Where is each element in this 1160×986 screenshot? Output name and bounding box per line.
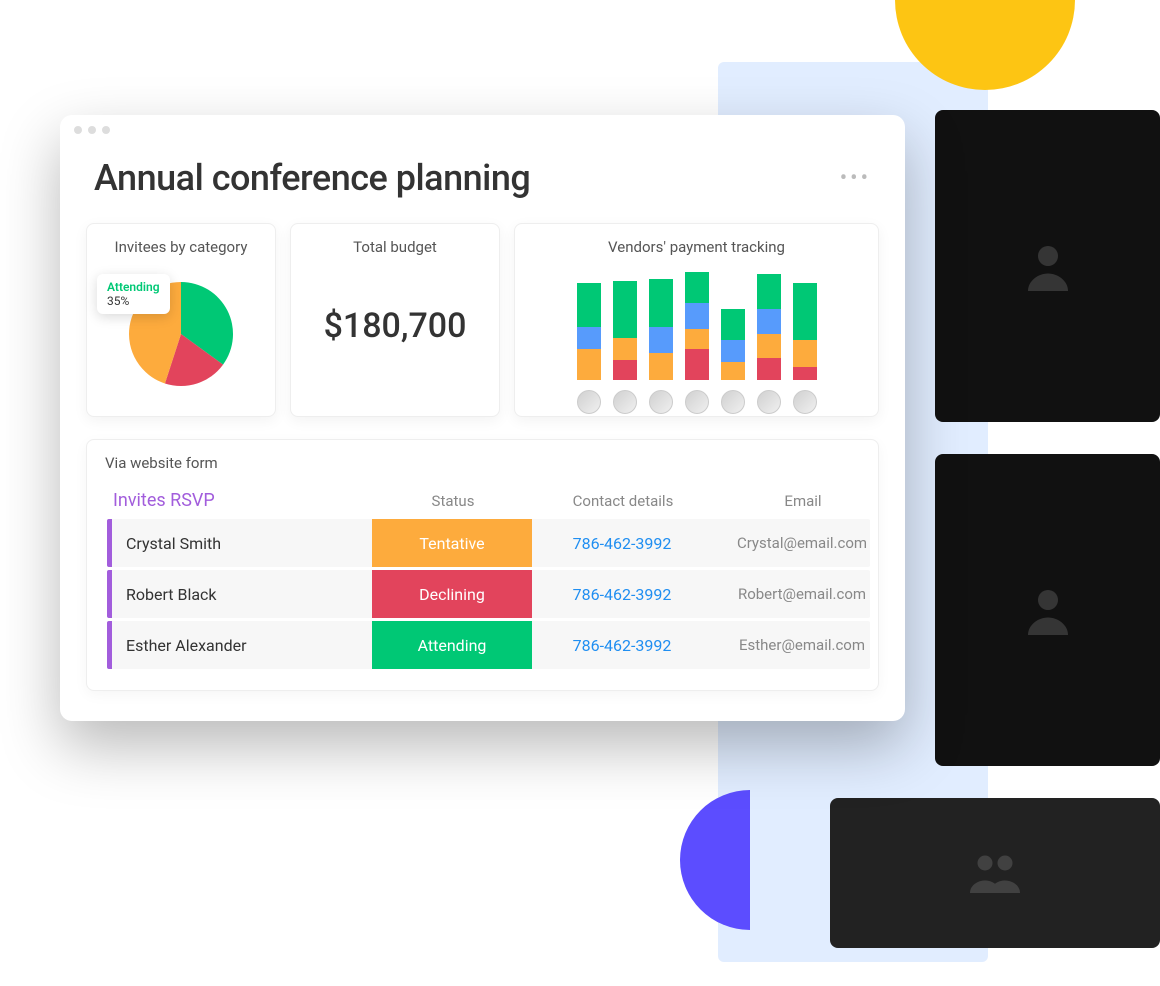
bar-segment bbox=[685, 329, 709, 349]
bar-segment bbox=[793, 283, 817, 340]
bar-segment bbox=[649, 327, 673, 353]
status-badge[interactable]: Tentative bbox=[372, 519, 532, 567]
bar-segment bbox=[793, 367, 817, 380]
bar bbox=[577, 283, 601, 380]
column-status: Status bbox=[373, 492, 533, 510]
avatar-icon bbox=[613, 390, 637, 414]
card-invitees-pie: Invitees by category Attending 35% bbox=[86, 223, 276, 417]
window-titlebar bbox=[60, 115, 905, 145]
avatar-icon bbox=[649, 390, 673, 414]
stacked-bar-chart bbox=[529, 272, 864, 380]
window-dot-icon bbox=[74, 126, 82, 134]
card-title: Total budget bbox=[353, 238, 437, 256]
bar bbox=[685, 272, 709, 380]
pie-callout-label: Attending bbox=[107, 280, 160, 294]
row-name: Esther Alexander bbox=[112, 636, 372, 655]
status-badge[interactable]: Attending bbox=[372, 621, 532, 669]
row-name: Robert Black bbox=[112, 585, 372, 604]
avatar-icon bbox=[577, 390, 601, 414]
rsvp-section: Via website form Invites RSVP Status Con… bbox=[86, 439, 879, 691]
bar-segment bbox=[721, 362, 745, 380]
row-email[interactable]: Crystal@email.com bbox=[712, 534, 892, 552]
card-vendor-tracking: Vendors' payment tracking bbox=[514, 223, 879, 417]
card-title: Vendors' payment tracking bbox=[608, 238, 785, 256]
pie-callout: Attending 35% bbox=[97, 274, 170, 314]
budget-value: $180,700 bbox=[324, 306, 467, 346]
dashboard-window: Annual conference planning ••• Invitees … bbox=[60, 115, 905, 721]
avatar-icon bbox=[685, 390, 709, 414]
window-dot-icon bbox=[102, 126, 110, 134]
bar bbox=[793, 283, 817, 380]
bar-segment bbox=[757, 274, 781, 309]
card-total-budget: Total budget $180,700 bbox=[290, 223, 500, 417]
speaker-photo-1 bbox=[935, 110, 1160, 422]
status-badge[interactable]: Declining bbox=[372, 570, 532, 618]
row-name: Crystal Smith bbox=[112, 534, 372, 553]
bar-segment bbox=[685, 272, 709, 303]
speaker-photo-2 bbox=[935, 454, 1160, 766]
bar-segment bbox=[793, 340, 817, 366]
table-row[interactable]: Esther AlexanderAttending786-462-3992Est… bbox=[107, 621, 870, 669]
bar-segment bbox=[757, 334, 781, 358]
bar bbox=[757, 274, 781, 380]
table-row[interactable]: Crystal SmithTentative786-462-3992Crysta… bbox=[107, 519, 870, 567]
pie-callout-value: 35% bbox=[107, 294, 129, 308]
row-phone[interactable]: 786-462-3992 bbox=[532, 585, 712, 604]
bar-segment bbox=[685, 303, 709, 329]
column-email: Email bbox=[713, 492, 893, 510]
bar-segment bbox=[721, 309, 745, 340]
row-phone[interactable]: 786-462-3992 bbox=[532, 636, 712, 655]
bar-segment bbox=[577, 283, 601, 327]
bar-segment bbox=[757, 358, 781, 380]
purple-semicircle-icon bbox=[680, 790, 750, 930]
avatar-icon bbox=[793, 390, 817, 414]
row-phone[interactable]: 786-462-3992 bbox=[532, 534, 712, 553]
table-header: Invites RSVP Status Contact details Emai… bbox=[95, 490, 870, 511]
avatar-icon bbox=[721, 390, 745, 414]
row-email[interactable]: Esther@email.com bbox=[712, 636, 892, 654]
vendor-avatars bbox=[577, 390, 817, 414]
bar-segment bbox=[613, 338, 637, 360]
audience-photo bbox=[830, 798, 1160, 948]
bar-segment bbox=[757, 309, 781, 333]
bar-segment bbox=[577, 349, 601, 380]
page-title: Annual conference planning bbox=[94, 157, 530, 199]
table-row[interactable]: Robert BlackDeclining786-462-3992Robert@… bbox=[107, 570, 870, 618]
bar bbox=[721, 309, 745, 379]
more-options-button[interactable]: ••• bbox=[840, 166, 871, 191]
bar-segment bbox=[649, 353, 673, 379]
bar-segment bbox=[649, 279, 673, 327]
bar-segment bbox=[721, 340, 745, 362]
window-dot-icon bbox=[88, 126, 96, 134]
bar-segment bbox=[577, 327, 601, 349]
column-main: Invites RSVP bbox=[113, 490, 373, 511]
avatar-icon bbox=[757, 390, 781, 414]
bar-segment bbox=[613, 281, 637, 338]
column-contact: Contact details bbox=[533, 492, 713, 510]
section-title: Via website form bbox=[95, 454, 870, 472]
bar-segment bbox=[613, 360, 637, 380]
bar-segment bbox=[685, 349, 709, 380]
bar bbox=[613, 281, 637, 380]
card-title: Invitees by category bbox=[115, 238, 248, 256]
row-email[interactable]: Robert@email.com bbox=[712, 585, 892, 603]
bar bbox=[649, 279, 673, 380]
